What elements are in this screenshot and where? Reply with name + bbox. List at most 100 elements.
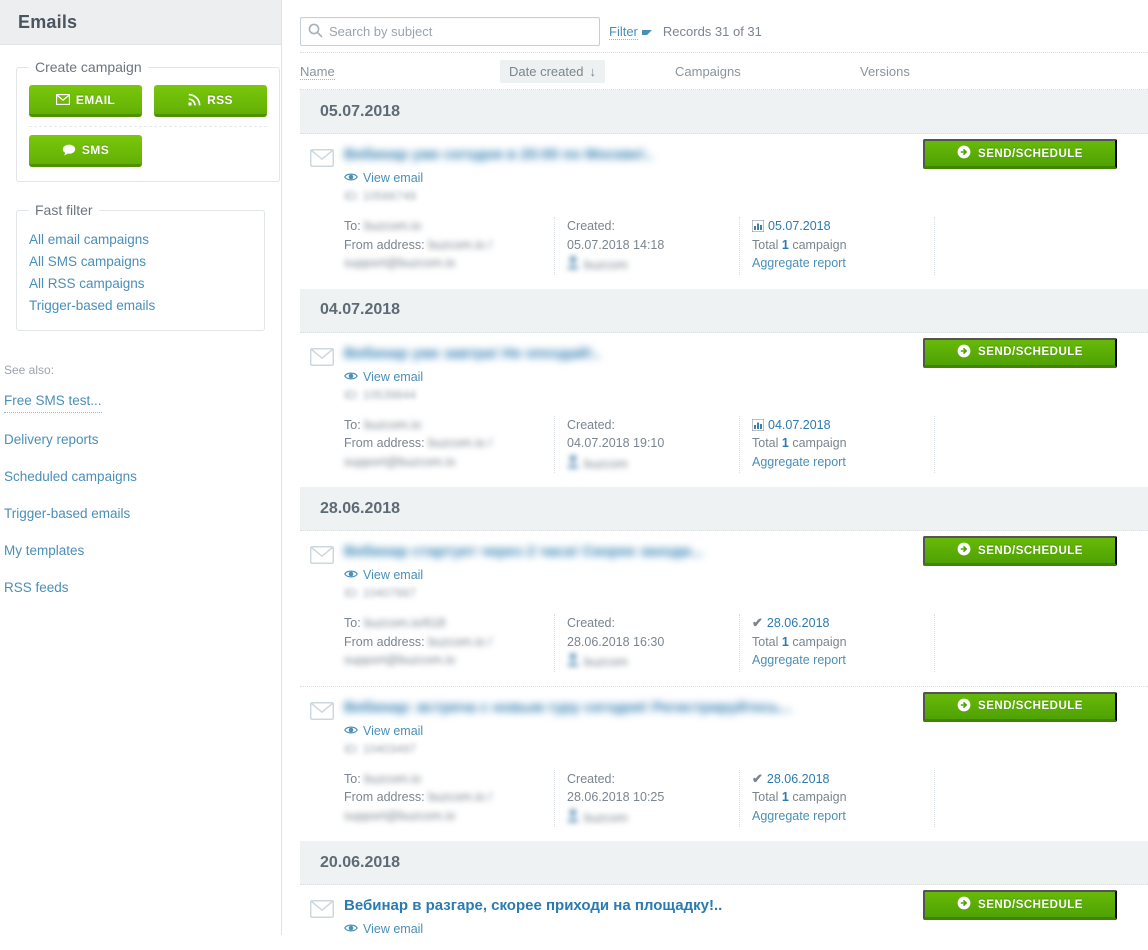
see-also-item-free-sms-test[interactable]: Free SMS test... bbox=[4, 391, 102, 413]
column-header-versions[interactable]: Versions bbox=[860, 64, 1020, 79]
email-subject-link[interactable]: Вебинар: встреча с новым гуру сегодня! Р… bbox=[344, 699, 792, 717]
column-header-campaigns[interactable]: Campaigns bbox=[675, 64, 860, 79]
fast-filter-item-all-sms[interactable]: All SMS campaigns bbox=[29, 252, 252, 272]
email-row: Вебинар в разгаре, скорее приходи на пло… bbox=[300, 885, 1148, 950]
creator-name: buzcom bbox=[584, 655, 628, 669]
envelope-outline-icon bbox=[309, 148, 335, 170]
send-schedule-button[interactable]: SEND/SCHEDULE bbox=[923, 139, 1117, 169]
toolbar: Filter Records 31 of 31 bbox=[300, 0, 1148, 52]
email-type-icon bbox=[309, 345, 344, 369]
arrow-circle-right-icon bbox=[957, 344, 971, 361]
email-subject-link[interactable]: Вебинар в разгаре, скорее приходи на пло… bbox=[344, 897, 722, 915]
view-email-link[interactable]: View email bbox=[344, 370, 423, 384]
email-row-details: To: buzcom.io From address: buzcom.io / … bbox=[300, 769, 1148, 828]
see-also-item-rss-feeds[interactable]: RSS feeds bbox=[4, 578, 281, 598]
created-label: Created: bbox=[567, 616, 615, 630]
campaign-total-prefix: Total bbox=[752, 634, 779, 649]
chevron-down-icon bbox=[641, 30, 652, 35]
see-also-item-my-templates[interactable]: My templates bbox=[4, 541, 281, 561]
fast-filter-item-all-rss[interactable]: All RSS campaigns bbox=[29, 274, 252, 294]
creator-name: buzcom bbox=[584, 258, 628, 272]
created-column: Created: 28.06.2018 10:25 buzcom bbox=[554, 769, 739, 828]
user-avatar-icon bbox=[567, 454, 579, 474]
envelope-outline-icon bbox=[309, 701, 335, 723]
creator-line: buzcom bbox=[567, 256, 628, 275]
column-header-date-created-label: Date created bbox=[509, 63, 584, 79]
bar-chart-icon bbox=[752, 418, 764, 431]
aggregate-report-link[interactable]: Aggregate report bbox=[752, 455, 846, 469]
arrow-circle-right-icon bbox=[957, 896, 971, 913]
campaign-total-count: 1 bbox=[781, 790, 789, 804]
to-label: To: bbox=[344, 771, 361, 786]
create-email-campaign-label: EMAIL bbox=[75, 92, 116, 107]
email-subject-link[interactable]: Вебинар уже завтра! Не опоздай!.. bbox=[344, 345, 601, 363]
records-count: Records 31 of 31 bbox=[662, 24, 762, 39]
view-email-link[interactable]: View email bbox=[344, 724, 423, 738]
email-row-details: To: buzcom.io From address: buzcom.io / … bbox=[300, 217, 1148, 275]
email-id: ID: 10407887 bbox=[344, 586, 417, 600]
campaigns-column: ✔ 28.06.2018 Total 1 campaign Aggregate r… bbox=[739, 769, 934, 827]
user-avatar-icon bbox=[567, 653, 579, 672]
send-schedule-button[interactable]: SEND/SCHEDULE bbox=[923, 691, 1117, 722]
campaign-total-suffix: campaign bbox=[792, 237, 847, 252]
send-schedule-button[interactable]: SEND/SCHEDULE bbox=[923, 337, 1117, 368]
aggregate-report-link[interactable]: Aggregate report bbox=[752, 653, 846, 667]
send-schedule-label: SEND/SCHEDULE bbox=[978, 147, 1083, 160]
campaign-status-line: 05.07.2018 bbox=[752, 217, 934, 236]
email-row-main: Вебинар уже завтра! Не опоздай!.. View e… bbox=[300, 337, 1148, 402]
recipients-column: To: buzcom.io From address: buzcom.io / … bbox=[344, 416, 554, 474]
created-value: 28.06.2018 16:30 bbox=[567, 634, 665, 649]
email-subject-link[interactable]: Вебинар стартует через 2 часа! Скорее за… bbox=[344, 543, 704, 561]
to-value: buzcom.io/618 bbox=[364, 616, 446, 630]
see-also-label: See also: bbox=[4, 363, 55, 377]
to-value: buzcom.io bbox=[364, 771, 422, 786]
view-email-link[interactable]: View email bbox=[344, 568, 423, 582]
check-icon: ✔ bbox=[752, 615, 763, 630]
create-rss-campaign-button[interactable]: RSS bbox=[154, 85, 267, 117]
create-campaign-panel: Create campaign EMAIL RSS SMS bbox=[16, 59, 280, 182]
email-row: Вебинар: встреча с новым гуру сегодня! Р… bbox=[300, 687, 1148, 842]
creator-line: buzcom bbox=[567, 808, 628, 828]
see-also-item-trigger-based-emails[interactable]: Trigger-based emails bbox=[4, 504, 281, 524]
date-group-header: 05.07.2018 bbox=[300, 90, 1148, 134]
app-root: Emails Create campaign EMAIL RSS SMS Fas… bbox=[0, 0, 1148, 936]
column-header-name[interactable]: Name bbox=[300, 63, 500, 80]
send-schedule-button[interactable]: SEND/SCHEDULE bbox=[923, 890, 1117, 920]
column-header-date-created[interactable]: Date created ↓ bbox=[500, 59, 675, 83]
check-icon: ✔ bbox=[752, 770, 763, 786]
see-also-item-delivery-reports[interactable]: Delivery reports bbox=[4, 430, 281, 450]
campaign-total-prefix: Total bbox=[752, 790, 779, 804]
aggregate-report-link[interactable]: Aggregate report bbox=[752, 256, 846, 270]
versions-column bbox=[934, 415, 1104, 473]
date-group: 28.06.2018 Вебинар стартует через 2 часа… bbox=[300, 487, 1148, 841]
date-created-sort-pill[interactable]: Date created ↓ bbox=[500, 59, 605, 83]
view-email-label: View email bbox=[363, 922, 424, 936]
create-email-campaign-button[interactable]: EMAIL bbox=[29, 85, 142, 117]
date-group-header: 28.06.2018 bbox=[300, 487, 1148, 531]
filter-dropdown[interactable]: Filter bbox=[609, 24, 652, 40]
to-line: To: buzcom.io bbox=[344, 217, 542, 236]
create-rss-campaign-label: RSS bbox=[207, 92, 233, 107]
create-sms-campaign-button[interactable]: SMS bbox=[29, 135, 142, 167]
email-row-main: Вебинар: встреча с новым гуру сегодня! Р… bbox=[300, 691, 1148, 756]
to-line: To: buzcom.io bbox=[344, 770, 542, 789]
from-label: From address: bbox=[344, 634, 425, 649]
see-also-section: See also: Free SMS test... Delivery repo… bbox=[4, 363, 281, 598]
to-line: To: buzcom.io/618 bbox=[344, 614, 542, 633]
fast-filter-item-trigger-based[interactable]: Trigger-based emails bbox=[29, 296, 252, 316]
email-subject-link[interactable]: Вебинар уже сегодня в 20:00 по Москве!.. bbox=[344, 146, 653, 164]
from-line: From address: buzcom.io / support@buzcom… bbox=[344, 633, 542, 670]
fast-filter-item-all-email[interactable]: All email campaigns bbox=[29, 230, 252, 250]
bar-chart-icon bbox=[752, 220, 764, 232]
campaign-date: 04.07.2018 bbox=[768, 417, 831, 432]
see-also-item-scheduled-campaigns[interactable]: Scheduled campaigns bbox=[4, 467, 281, 487]
search-input[interactable] bbox=[300, 17, 600, 46]
from-line: From address: buzcom.io / support@buzcom… bbox=[344, 236, 542, 273]
view-email-link[interactable]: View email bbox=[344, 922, 423, 936]
send-schedule-button[interactable]: SEND/SCHEDULE bbox=[923, 536, 1117, 566]
eye-icon bbox=[344, 370, 358, 384]
view-email-link[interactable]: View email bbox=[344, 171, 423, 185]
created-label: Created: bbox=[567, 771, 615, 786]
aggregate-report-link[interactable]: Aggregate report bbox=[752, 809, 846, 823]
campaign-date: 28.06.2018 bbox=[766, 771, 830, 786]
